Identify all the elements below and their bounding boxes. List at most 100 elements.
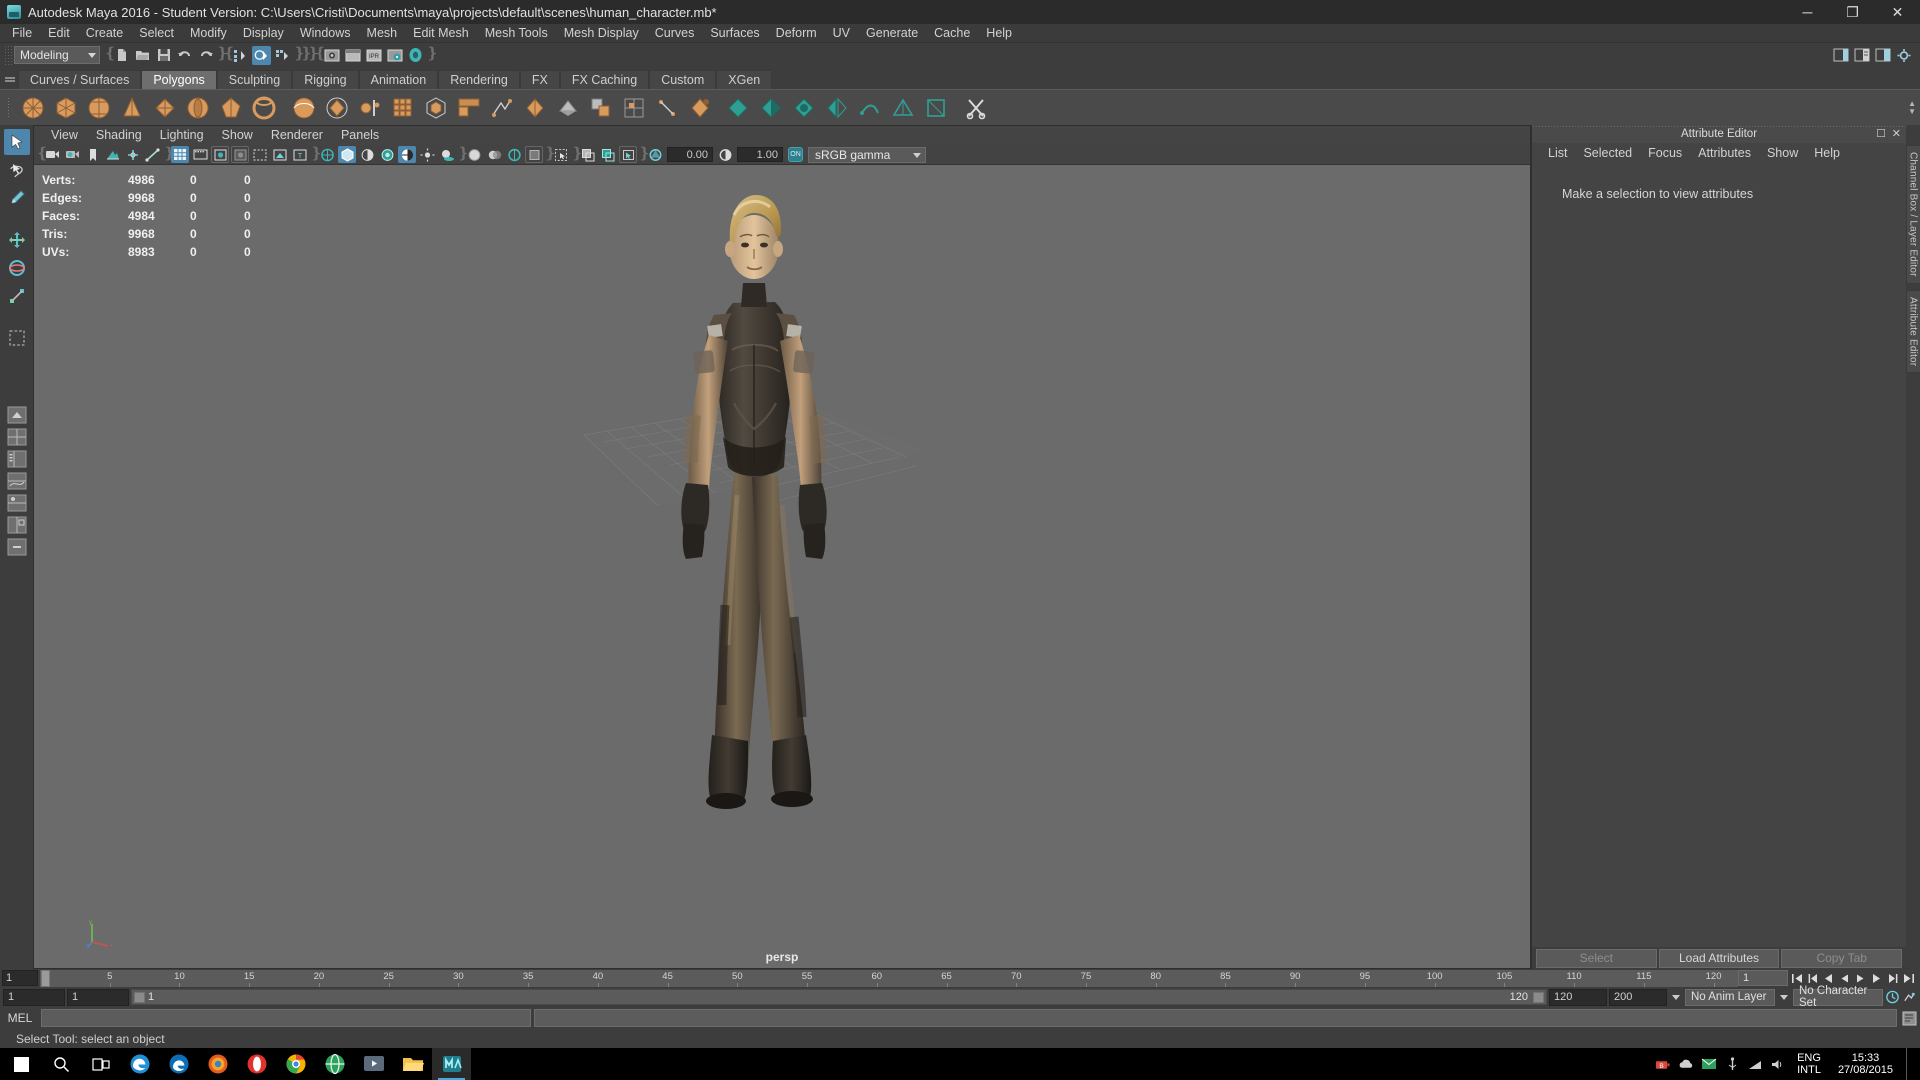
poly-sphere-icon[interactable] (17, 92, 48, 123)
exposure-icon[interactable] (646, 146, 664, 163)
step-back-key-icon[interactable] (1821, 970, 1836, 986)
shelf-tab-curves-surfaces[interactable]: Curves / Surfaces (18, 70, 142, 89)
range-end-field[interactable]: 200 (1609, 988, 1667, 1006)
opera-icon[interactable] (237, 1048, 276, 1080)
redo-icon[interactable] (196, 46, 215, 65)
hypershade-icon[interactable] (406, 46, 425, 65)
chrome-icon[interactable] (276, 1048, 315, 1080)
network-icon[interactable] (1747, 1056, 1763, 1072)
poly-bevel-icon[interactable] (618, 92, 649, 123)
shelf-tab-animation[interactable]: Animation (358, 70, 439, 89)
minimize-layout-icon[interactable] (5, 537, 29, 557)
time-slider-start-field[interactable]: 1 (2, 970, 38, 986)
ae-menu-attributes[interactable]: Attributes (1690, 144, 1759, 163)
character-set-selector[interactable]: No Character Set (1793, 985, 1883, 1009)
attribute-editor-toggle-icon[interactable] (1852, 46, 1871, 65)
go-to-end-icon[interactable] (1901, 970, 1916, 986)
shelf-tab-polygons[interactable]: Polygons (141, 70, 217, 89)
usb-icon[interactable] (1724, 1056, 1740, 1072)
poly-prism-icon[interactable] (215, 92, 246, 123)
menu-generate[interactable]: Generate (858, 24, 926, 43)
menu-deform[interactable]: Deform (768, 24, 825, 43)
menu-set-selector[interactable]: Modeling (14, 46, 100, 64)
poly-extrude-icon[interactable] (585, 92, 616, 123)
menu-uv[interactable]: UV (825, 24, 858, 43)
save-scene-icon[interactable] (154, 46, 173, 65)
paint-select-tool[interactable] (4, 185, 30, 211)
step-forward-key-icon[interactable] (1869, 970, 1884, 986)
resolution-gate-icon[interactable] (211, 146, 229, 163)
edge-icon[interactable] (120, 1048, 159, 1080)
current-frame-field[interactable]: 1 (1738, 970, 1788, 986)
two-d-pan-zoom-icon[interactable] (124, 146, 142, 163)
time-slider-cursor[interactable] (41, 969, 50, 987)
step-back-frame-icon[interactable] (1805, 970, 1820, 986)
shelf-tab-rendering[interactable]: Rendering (438, 70, 520, 89)
copy-tab-button[interactable]: Copy Tab (1781, 948, 1903, 968)
anim-layer-selector[interactable]: No Anim Layer (1685, 988, 1775, 1006)
channel-box-toggle-icon[interactable] (1873, 46, 1892, 65)
time-slider-track[interactable]: 5 10 15 20 25 30 35 40 45 50 55 60 65 70 75 80 85 90 95 100… (40, 969, 1738, 987)
poly-cut-face-icon[interactable] (960, 92, 991, 123)
ae-menu-show[interactable]: Show (1759, 144, 1806, 163)
go-to-start-icon[interactable] (1789, 970, 1804, 986)
auto-key-icon[interactable] (1885, 989, 1900, 1005)
scale-tool[interactable] (4, 283, 30, 309)
color-profile-selector[interactable]: sRGB gamma (808, 146, 926, 163)
3d-viewport[interactable]: Verts: 4986 0 0 Edges: 9968 0 0 Faces: 4984 0 0 Tris… (34, 165, 1530, 968)
viewport-menu-shading[interactable]: Shading (87, 126, 151, 145)
range-left-handle[interactable] (134, 992, 145, 1003)
poly-helix-icon[interactable] (288, 92, 319, 123)
poly-cube-icon[interactable] (50, 92, 81, 123)
menu-file[interactable]: File (4, 24, 40, 43)
single-perspective-view-icon[interactable] (5, 405, 29, 425)
render-current-frame-icon[interactable] (322, 46, 341, 65)
xray-joints-icon[interactable] (599, 146, 617, 163)
image-plane-icon[interactable] (104, 146, 122, 163)
four-view-icon[interactable] (5, 427, 29, 447)
tab-attribute-editor[interactable]: Attribute Editor (1905, 289, 1920, 374)
play-forwards-icon[interactable] (1853, 970, 1868, 986)
globe-browser-icon[interactable] (315, 1048, 354, 1080)
render-view-icon[interactable] (343, 46, 362, 65)
safe-action-icon[interactable] (271, 146, 289, 163)
menu-edit[interactable]: Edit (40, 24, 78, 43)
rotate-tool[interactable] (4, 255, 30, 281)
menu-help[interactable]: Help (978, 24, 1020, 43)
new-scene-icon[interactable] (112, 46, 131, 65)
poly-create-tool-icon[interactable] (519, 92, 550, 123)
shelf-overflow-arrows[interactable]: ▲ ▼ (1908, 99, 1920, 116)
shelf-tab-xgen[interactable]: XGen (716, 70, 773, 89)
lasso-tool[interactable] (4, 157, 30, 183)
range-start-field[interactable]: 1 (3, 988, 65, 1006)
field-chart-icon[interactable] (251, 146, 269, 163)
maya-taskbar-icon[interactable] (432, 1048, 471, 1080)
depth-of-field-icon[interactable] (525, 146, 543, 163)
poly-pipe-icon[interactable] (248, 92, 279, 123)
onedrive-icon[interactable] (1678, 1056, 1694, 1072)
menu-select[interactable]: Select (131, 24, 182, 43)
poly-combine-icon[interactable] (684, 92, 715, 123)
ae-menu-help[interactable]: Help (1806, 144, 1848, 163)
persp-uv-editor-icon[interactable] (5, 515, 29, 535)
poly-sculpt-icon[interactable] (552, 92, 583, 123)
panel-grip[interactable] (1532, 125, 1906, 129)
menu-mesh-display[interactable]: Mesh Display (556, 24, 647, 43)
multisample-aa-icon[interactable] (505, 146, 523, 163)
poly-booleans-intersection-icon[interactable] (788, 92, 819, 123)
menu-surfaces[interactable]: Surfaces (702, 24, 767, 43)
animation-start-field[interactable]: 1 (67, 988, 129, 1006)
close-button[interactable]: ✕ (1875, 0, 1920, 24)
chevron-down-icon[interactable] (1672, 994, 1680, 1000)
shelf-tab-grip[interactable] (2, 67, 18, 89)
command-input[interactable] (41, 1009, 531, 1027)
range-right-handle[interactable] (1533, 992, 1544, 1003)
menu-mesh[interactable]: Mesh (359, 24, 406, 43)
poly-bridge-icon[interactable] (651, 92, 682, 123)
poly-quadrangulate-icon[interactable] (920, 92, 951, 123)
battery-icon[interactable]: B (1655, 1056, 1671, 1072)
viewport-menu-renderer[interactable]: Renderer (262, 126, 332, 145)
poly-gear-icon[interactable] (486, 92, 517, 123)
menu-create[interactable]: Create (78, 24, 132, 43)
shelf-tab-sculpting[interactable]: Sculpting (216, 70, 293, 89)
